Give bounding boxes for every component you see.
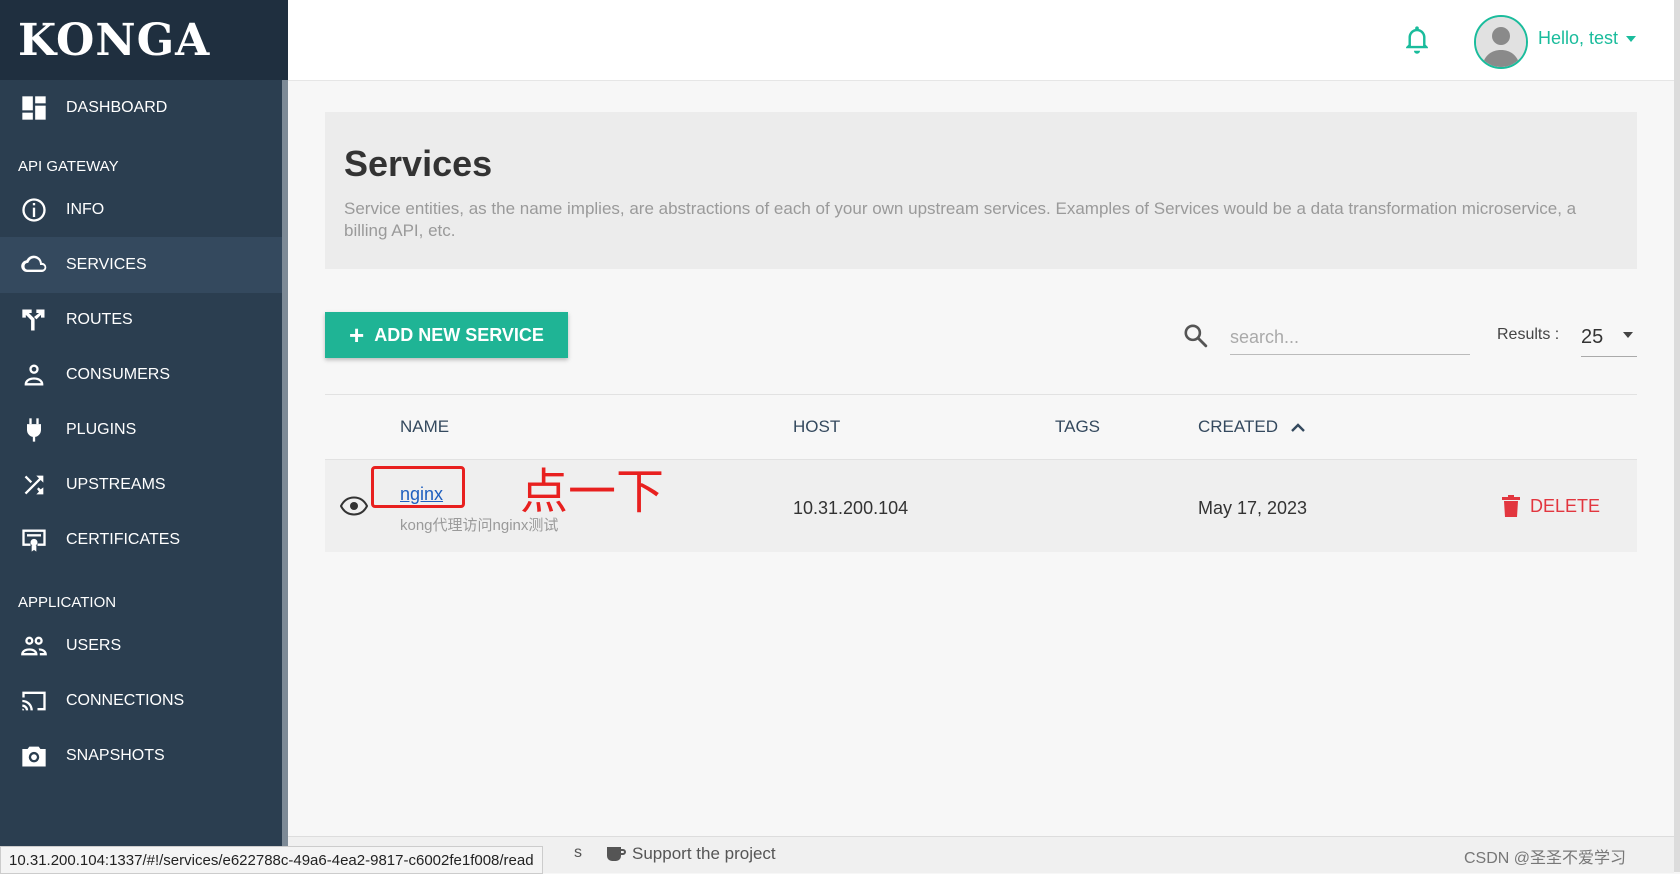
sidebar-item-snapshots[interactable]: SNAPSHOTS bbox=[0, 728, 282, 784]
sidebar-item-label: SERVICES bbox=[66, 256, 147, 273]
column-header-host[interactable]: HOST bbox=[793, 417, 840, 437]
camera-icon bbox=[18, 740, 50, 772]
support-project-label: Support the project bbox=[632, 844, 776, 863]
watermark: CSDN @圣圣不爱学习 bbox=[1464, 850, 1627, 867]
topbar bbox=[288, 0, 1674, 81]
caret-down-icon bbox=[1623, 332, 1633, 338]
sidebar-item-info[interactable]: INFO bbox=[0, 182, 282, 238]
results-per-page-select[interactable]: 25 bbox=[1581, 318, 1637, 357]
routes-icon bbox=[18, 304, 50, 336]
sidebar-item-label: CONSUMERS bbox=[66, 366, 171, 383]
dashboard-icon bbox=[18, 92, 50, 124]
sidebar-item-users[interactable]: USERS bbox=[0, 618, 282, 674]
sidebar-item-consumers[interactable]: CONSUMERS bbox=[0, 347, 282, 403]
section-application: APPLICATION bbox=[18, 594, 117, 611]
user-menu[interactable]: Hello, test bbox=[1538, 28, 1637, 49]
sidebar-item-label: CONNECTIONS bbox=[66, 692, 185, 709]
sidebar-item-plugins[interactable]: PLUGINS bbox=[0, 402, 282, 458]
sidebar-item-label: PLUGINS bbox=[66, 421, 137, 438]
sidebar-item-upstreams[interactable]: UPSTREAMS bbox=[0, 457, 282, 513]
sidebar-item-label: UPSTREAMS bbox=[66, 476, 166, 493]
cloud-icon bbox=[18, 249, 50, 281]
support-project-link[interactable]: Support the project bbox=[606, 844, 776, 864]
service-created-date: May 17, 2023 bbox=[1198, 498, 1308, 518]
annotation-text: 点一下 bbox=[520, 466, 665, 519]
sidebar-item-label: INFO bbox=[66, 201, 105, 218]
bell-icon[interactable] bbox=[1402, 24, 1432, 58]
column-header-tags[interactable]: TAGS bbox=[1055, 417, 1100, 437]
service-host: 10.31.200.104 bbox=[793, 498, 909, 518]
users-icon bbox=[18, 630, 50, 662]
sidebar-item-label: CERTIFICATES bbox=[66, 531, 181, 548]
sidebar-item-label: DASHBOARD bbox=[66, 99, 168, 116]
column-header-name[interactable]: NAME bbox=[400, 417, 449, 437]
plug-icon bbox=[18, 414, 50, 446]
trash-icon bbox=[1502, 495, 1520, 517]
page-description: Service entities, as the name implies, a… bbox=[344, 199, 1577, 240]
plus-icon: + bbox=[349, 320, 365, 350]
user-greeting: Hello, test bbox=[1538, 28, 1619, 48]
sidebar-item-certificates[interactable]: CERTIFICATES bbox=[0, 512, 282, 568]
section-api-gateway: API GATEWAY bbox=[18, 158, 119, 175]
sidebar-item-routes[interactable]: ROUTES bbox=[0, 292, 282, 348]
cast-icon bbox=[18, 685, 50, 717]
page-header: Services Service entities, as the name i… bbox=[325, 112, 1637, 269]
status-bar-url: 10.31.200.104:1337/#!/services/e622788c-… bbox=[0, 846, 543, 874]
eye-icon[interactable] bbox=[340, 496, 368, 516]
sidebar-item-connections[interactable]: CONNECTIONS bbox=[0, 673, 282, 729]
table-header: NAME HOST TAGS CREATED bbox=[325, 394, 1637, 460]
search-icon[interactable] bbox=[1182, 322, 1208, 348]
info-icon bbox=[18, 194, 50, 226]
sidebar-scrollbar[interactable] bbox=[282, 80, 288, 872]
delete-label: DELETE bbox=[1530, 495, 1601, 516]
sidebar-item-dashboard[interactable]: DASHBOARD bbox=[0, 80, 282, 136]
avatar[interactable] bbox=[1474, 15, 1528, 69]
user-avatar-icon bbox=[1476, 17, 1526, 67]
footer-link-fragment[interactable]: s bbox=[574, 844, 582, 862]
konga-logo[interactable]: KONGA bbox=[18, 15, 210, 66]
results-label: Results : bbox=[1497, 326, 1560, 343]
sidebar-item-label: USERS bbox=[66, 637, 122, 654]
coffee-icon bbox=[607, 847, 626, 861]
certificate-icon bbox=[18, 524, 50, 556]
sidebar-item-services[interactable]: SERVICES bbox=[0, 237, 282, 293]
logo-bar: KONGA bbox=[0, 0, 288, 80]
add-new-service-button[interactable]: + ADD NEW SERVICE bbox=[325, 312, 568, 358]
caret-down-icon bbox=[1626, 35, 1637, 42]
sort-ascending-icon bbox=[1291, 423, 1305, 432]
sidebar-item-label: SNAPSHOTS bbox=[66, 747, 165, 764]
shuffle-icon bbox=[18, 469, 50, 501]
user-icon bbox=[18, 359, 50, 391]
column-header-created[interactable]: CREATED bbox=[1198, 417, 1306, 437]
page-scrollbar[interactable] bbox=[1674, 0, 1680, 872]
add-new-service-label: ADD NEW SERVICE bbox=[374, 324, 544, 345]
sidebar-item-label: ROUTES bbox=[66, 311, 133, 328]
results-per-page-value: 25 bbox=[1581, 325, 1604, 348]
delete-service-button[interactable]: DELETE bbox=[1502, 495, 1600, 517]
sidebar: KONGA DASHBOARD API GATEWAY INFO SERVICE… bbox=[0, 0, 288, 872]
annotation-highlight-box bbox=[371, 466, 465, 508]
page-title: Services bbox=[344, 143, 493, 184]
column-header-created-label: CREATED bbox=[1198, 417, 1278, 436]
search-input[interactable] bbox=[1230, 320, 1470, 355]
